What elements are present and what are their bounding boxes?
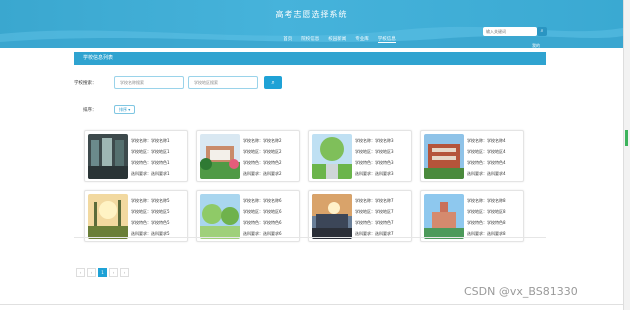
school-photo	[312, 194, 352, 239]
school-name: 学校名称：学校名称6	[243, 198, 282, 203]
school-name: 学校名称：学校名称2	[243, 138, 282, 143]
pagination: ‹ ‹ 1 › ›	[76, 268, 129, 277]
school-photo	[200, 194, 240, 239]
school-card[interactable]: 学校名称：学校名称4 学校地区：学校地区4 学校特色：学校特色4 选科要求：选科…	[420, 130, 524, 182]
school-photo	[88, 194, 128, 239]
school-area: 学校地区：学校地区2	[243, 149, 282, 154]
school-name: 学校名称：学校名称1	[131, 138, 170, 143]
sort-dropdown[interactable]: 排序 ▾	[114, 105, 136, 114]
search-label: 学校搜索：	[74, 80, 97, 86]
pager-prev-button[interactable]: ‹	[76, 268, 85, 277]
school-name: 学校名称：学校名称5	[131, 198, 170, 203]
school-info: 学校名称：学校名称8 学校地区：学校地区8 学校特色：学校特色8 选科要求：选科…	[467, 195, 523, 239]
school-name: 学校名称：学校名称3	[355, 138, 394, 143]
school-area: 学校地区：学校地区7	[355, 209, 394, 214]
pager-prev2-button[interactable]: ‹	[87, 268, 96, 277]
sort-label: 排序：	[83, 107, 97, 113]
panel-title: 学校信息列表	[74, 52, 546, 65]
pager-next2-button[interactable]: ›	[120, 268, 129, 277]
school-area: 学校地区：学校地区4	[467, 149, 506, 154]
school-feature: 学校特色：学校特色1	[131, 160, 170, 165]
nav-majors[interactable]: 专业库	[355, 36, 369, 43]
header-search-input[interactable]	[483, 27, 537, 36]
school-area: 学校地区：学校地区6	[243, 209, 282, 214]
school-feature: 学校特色：学校特色8	[467, 220, 506, 225]
main-nav: 首页 院校信息 校园新闻 专业库 学校信息	[0, 36, 623, 43]
site-title: 高考志愿选择系统	[275, 10, 348, 19]
school-info: 学校名称：学校名称2 学校地区：学校地区2 学校特色：学校特色2 选科要求：选科…	[243, 135, 299, 179]
footer-line	[0, 304, 623, 305]
school-info: 学校名称：学校名称7 学校地区：学校地区7 学校特色：学校特色7 选科要求：选科…	[355, 195, 411, 239]
school-feature: 学校特色：学校特色3	[355, 160, 394, 165]
nav-news[interactable]: 校园新闻	[328, 36, 346, 43]
school-feature: 学校特色：学校特色4	[467, 160, 506, 165]
school-info: 学校名称：学校名称5 学校地区：学校地区5 学校特色：学校特色5 选科要求：选科…	[131, 195, 187, 239]
search-row: 学校搜索： 学校名称搜索 学校地区搜索 ⌕	[74, 76, 282, 89]
school-name-input[interactable]: 学校名称搜索	[114, 76, 184, 89]
school-card[interactable]: 学校名称：学校名称8 学校地区：学校地区8 学校特色：学校特色8 选科要求：选科…	[420, 190, 524, 242]
search-icon: ⌕	[540, 28, 544, 34]
school-card[interactable]: 学校名称：学校名称3 学校地区：学校地区3 学校特色：学校特色3 选科要求：选科…	[308, 130, 412, 182]
header: 高考志愿选择系统 首页 院校信息 校园新闻 专业库 学校信息 ⌕ 我的	[0, 0, 623, 48]
school-info: 学校名称：学校名称1 学校地区：学校地区1 学校特色：学校特色1 选科要求：选科…	[131, 135, 187, 179]
school-area-input[interactable]: 学校地区搜索	[188, 76, 258, 89]
watermark: CSDN @vx_BS81330	[464, 285, 578, 298]
chevron-down-icon: ▾	[128, 107, 131, 112]
school-card[interactable]: 学校名称：学校名称2 学校地区：学校地区2 学校特色：学校特色2 选科要求：选科…	[196, 130, 300, 182]
school-area: 学校地区：学校地区1	[131, 149, 170, 154]
school-requirement: 选科要求：选科要求4	[467, 171, 506, 176]
nav-colleges[interactable]: 院校信息	[301, 36, 319, 43]
school-feature: 学校特色：学校特色6	[243, 220, 282, 225]
school-area: 学校地区：学校地区5	[131, 209, 170, 214]
pager-next-button[interactable]: ›	[109, 268, 118, 277]
school-card[interactable]: 学校名称：学校名称1 学校地区：学校地区1 学校特色：学校特色1 选科要求：选科…	[84, 130, 188, 182]
school-photo	[312, 134, 352, 179]
school-photo	[424, 194, 464, 239]
school-grid: 学校名称：学校名称1 学校地区：学校地区1 学校特色：学校特色1 选科要求：选科…	[84, 130, 525, 242]
search-icon: ⌕	[271, 79, 275, 86]
sort-button-label: 排序	[119, 107, 127, 112]
edge-marker	[625, 130, 628, 146]
school-photo	[88, 134, 128, 179]
school-photo	[200, 134, 240, 179]
school-area: 学校地区：学校地区8	[467, 209, 506, 214]
content-panel: 学校信息列表 学校搜索： 学校名称搜索 学校地区搜索 ⌕ 排序： 排序 ▾ 学校…	[74, 52, 546, 300]
school-requirement: 选科要求：选科要求2	[243, 171, 282, 176]
school-name: 学校名称：学校名称7	[355, 198, 394, 203]
search-button[interactable]: ⌕	[264, 76, 282, 89]
school-info: 学校名称：学校名称4 学校地区：学校地区4 学校特色：学校特色4 选科要求：选科…	[467, 135, 523, 179]
school-feature: 学校特色：学校特色5	[131, 220, 170, 225]
page: 高考志愿选择系统 首页 院校信息 校园新闻 专业库 学校信息 ⌕ 我的 学校信息…	[0, 0, 630, 310]
nav-school-info[interactable]: 学校信息	[377, 36, 396, 43]
school-card[interactable]: 学校名称：学校名称6 学校地区：学校地区6 学校特色：学校特色6 选科要求：选科…	[196, 190, 300, 242]
school-card[interactable]: 学校名称：学校名称7 学校地区：学校地区7 学校特色：学校特色7 选科要求：选科…	[308, 190, 412, 242]
school-card[interactable]: 学校名称：学校名称5 学校地区：学校地区5 学校特色：学校特色5 选科要求：选科…	[84, 190, 188, 242]
school-area: 学校地区：学校地区3	[355, 149, 394, 154]
school-feature: 学校特色：学校特色7	[355, 220, 394, 225]
school-info: 学校名称：学校名称3 学校地区：学校地区3 学校特色：学校特色3 选科要求：选科…	[355, 135, 411, 179]
pager-current-page[interactable]: 1	[98, 268, 107, 277]
my-account-link[interactable]: 我的	[532, 43, 540, 49]
school-photo	[424, 134, 464, 179]
school-requirement: 选科要求：选科要求1	[131, 171, 170, 176]
divider	[74, 237, 546, 238]
school-name: 学校名称：学校名称8	[467, 198, 506, 203]
window-edge	[623, 0, 630, 310]
school-requirement: 选科要求：选科要求3	[355, 171, 394, 176]
school-info: 学校名称：学校名称6 学校地区：学校地区6 学校特色：学校特色6 选科要求：选科…	[243, 195, 299, 239]
school-feature: 学校特色：学校特色2	[243, 160, 282, 165]
nav-home[interactable]: 首页	[283, 36, 292, 43]
school-name: 学校名称：学校名称4	[467, 138, 506, 143]
sort-row: 排序： 排序 ▾	[83, 105, 136, 114]
header-search-button[interactable]: ⌕	[537, 27, 547, 36]
